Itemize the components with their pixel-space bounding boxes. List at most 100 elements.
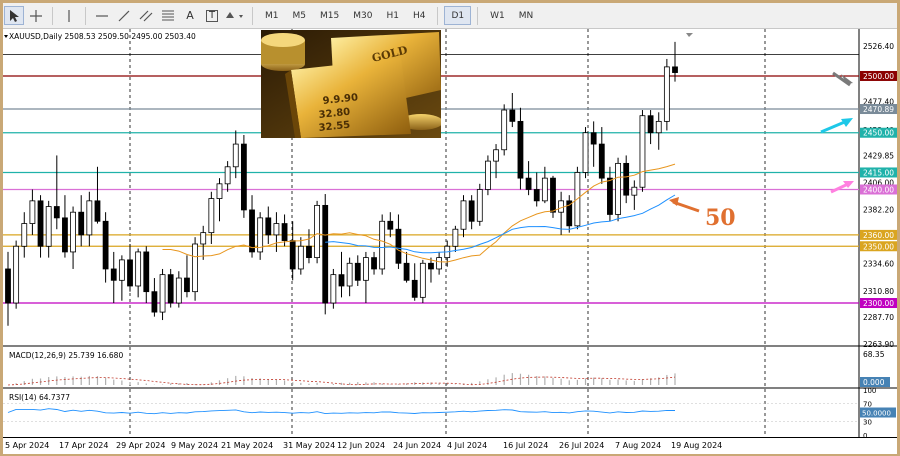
horizontal-line-tool-button[interactable]	[92, 6, 112, 25]
candle-body[interactable]	[21, 223, 28, 247]
candle-body[interactable]	[379, 220, 386, 270]
candle-body[interactable]	[672, 66, 678, 73]
candle-body[interactable]	[403, 262, 410, 281]
collapse-triangle-icon[interactable]	[4, 35, 8, 38]
candle-body[interactable]	[436, 257, 443, 270]
candle-body[interactable]	[330, 274, 337, 304]
timeframe-m5-button[interactable]: M5	[287, 6, 313, 25]
candle-body[interactable]	[363, 257, 369, 281]
candle-body[interactable]	[289, 240, 296, 270]
candle-body[interactable]	[590, 132, 597, 145]
timeframe-h1-button[interactable]: H1	[380, 6, 405, 25]
candle-body[interactable]	[281, 223, 288, 241]
candle-body[interactable]	[37, 200, 44, 247]
vertical-line-tool-button[interactable]	[59, 6, 79, 25]
candle-body[interactable]	[224, 166, 231, 185]
candle-body[interactable]	[216, 183, 223, 199]
arrows-tool-button[interactable]	[224, 6, 246, 25]
timeframe-d1-button[interactable]: D1	[444, 6, 472, 25]
candle-body[interactable]	[582, 132, 589, 173]
candle-body[interactable]	[525, 177, 532, 190]
candle-body[interactable]	[485, 160, 491, 190]
candle-body[interactable]	[62, 217, 68, 253]
candle-body[interactable]	[615, 162, 621, 215]
candle-body[interactable]	[476, 189, 483, 222]
candle-body[interactable]	[460, 200, 467, 230]
candle-body[interactable]	[517, 120, 524, 179]
candle-body[interactable]	[249, 209, 255, 253]
candle-body[interactable]	[70, 211, 76, 253]
candle-body[interactable]	[338, 274, 345, 287]
candle-body[interactable]	[468, 200, 475, 222]
candle-body[interactable]	[371, 257, 377, 270]
candle-body[interactable]	[452, 228, 459, 247]
candle-body[interactable]	[428, 262, 434, 270]
candle-body[interactable]	[346, 262, 353, 287]
chart-area[interactable]: 2526.402500.002477.402470.892452.402450.…	[3, 29, 897, 440]
candle-body[interactable]	[102, 220, 109, 270]
channel-tool-button[interactable]	[136, 6, 156, 25]
candle-body[interactable]	[322, 204, 329, 304]
price-chart[interactable]: 2526.402500.002477.402470.892452.402450.…	[3, 29, 897, 440]
candle-body[interactable]	[167, 274, 174, 304]
candle-body[interactable]	[127, 259, 133, 287]
candle-body[interactable]	[419, 262, 426, 298]
candle-body[interactable]	[501, 109, 508, 151]
candle-body[interactable]	[598, 143, 605, 179]
textbox-tool-button[interactable]: T	[202, 6, 222, 25]
candle-body[interactable]	[86, 200, 93, 236]
candle-body[interactable]	[273, 223, 280, 236]
candle-body[interactable]	[200, 232, 207, 245]
candle-body[interactable]	[232, 143, 239, 168]
timeframe-m15-button[interactable]: M15	[314, 6, 345, 25]
candle-body[interactable]	[208, 198, 215, 234]
candle-body[interactable]	[354, 262, 361, 281]
candle-body[interactable]	[110, 268, 117, 281]
timeframe-h4-button[interactable]: H4	[407, 6, 432, 25]
candle-body[interactable]	[663, 66, 670, 122]
crosshair-tool-button[interactable]	[26, 6, 46, 25]
candle-body[interactable]	[135, 251, 142, 287]
timeframe-w1-button[interactable]: W1	[484, 6, 511, 25]
candle-body[interactable]	[541, 177, 548, 202]
candle-body[interactable]	[395, 228, 402, 264]
candle-body[interactable]	[533, 189, 540, 202]
candle-body[interactable]	[607, 177, 613, 215]
cursor-tool-button[interactable]	[4, 6, 24, 25]
candle-body[interactable]	[143, 251, 150, 293]
candle-body[interactable]	[314, 204, 320, 259]
candle-body[interactable]	[78, 211, 85, 236]
candle-body[interactable]	[151, 291, 158, 313]
trendline-tool-button[interactable]	[114, 6, 134, 25]
candle-body[interactable]	[13, 245, 20, 304]
candle-body[interactable]	[297, 245, 304, 270]
candle-body[interactable]	[240, 143, 247, 211]
candle-body[interactable]	[639, 115, 646, 188]
candle-body[interactable]	[306, 245, 312, 259]
candle-body[interactable]	[175, 277, 182, 304]
candle-body[interactable]	[387, 220, 394, 230]
candle-body[interactable]	[493, 149, 499, 162]
candle-body[interactable]	[550, 177, 556, 213]
candle-body[interactable]	[53, 206, 60, 219]
text-tool-button[interactable]: A	[180, 6, 200, 25]
timeframe-mn-button[interactable]: MN	[513, 6, 540, 25]
candle-body[interactable]	[94, 200, 101, 222]
candle-body[interactable]	[411, 279, 418, 298]
candle-body[interactable]	[623, 162, 630, 196]
candle-body[interactable]	[558, 200, 565, 213]
candle-body[interactable]	[509, 109, 516, 122]
candle-body[interactable]	[159, 274, 166, 313]
fibonacci-tool-button[interactable]	[158, 6, 178, 25]
candle-body[interactable]	[118, 259, 125, 281]
candle-body[interactable]	[265, 217, 272, 236]
candle-body[interactable]	[655, 120, 662, 134]
candle-body[interactable]	[184, 277, 190, 293]
timeframe-m1-button[interactable]: M1	[259, 6, 285, 25]
candle-body[interactable]	[5, 268, 11, 304]
candle-body[interactable]	[192, 243, 198, 293]
timeframe-m30-button[interactable]: M30	[347, 6, 378, 25]
candle-body[interactable]	[45, 206, 52, 247]
candle-body[interactable]	[29, 200, 36, 224]
candle-body[interactable]	[631, 186, 638, 196]
